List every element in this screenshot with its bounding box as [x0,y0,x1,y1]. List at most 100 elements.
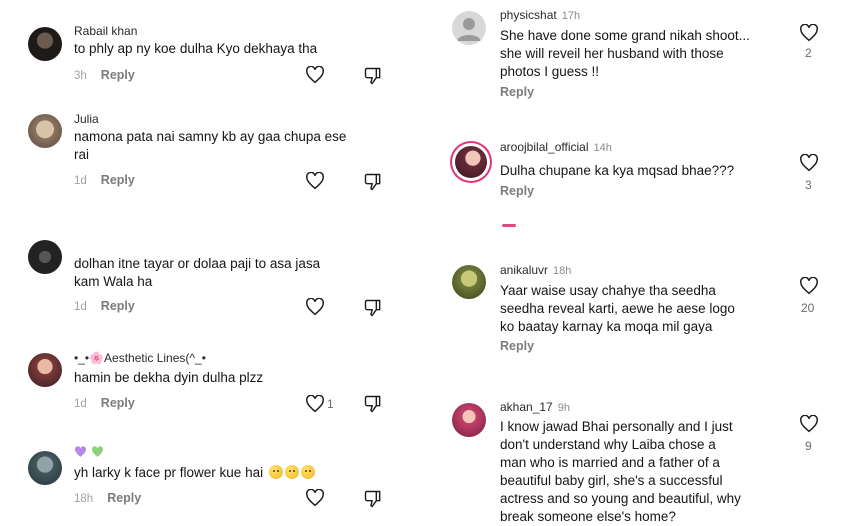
comment-item: dolhan itne tayar or dolaa paji to asa j… [0,235,420,335]
comment-meta: Reply [500,339,534,353]
comment-text-line: dolhan itne tayar or dolaa paji to asa j… [74,256,321,271]
comment-text-line: Yaar waise usay chahye tha seedha [500,283,716,298]
comment-text-line: man who is married and a father of a [500,455,720,470]
comment-meta: 1d Reply [74,299,135,313]
avatar[interactable] [28,353,62,387]
comment-text: to phly ap ny koe dulha Kyo dekhaya tha [74,41,318,56]
avatar[interactable] [452,143,490,181]
reply-button[interactable]: Reply [500,85,534,99]
comment-time: 17h [561,10,581,22]
like-count: 3 [805,178,812,192]
comment-username[interactable]: Rabail khan [74,24,137,38]
comment-meta: Reply [500,85,534,99]
heart-icon[interactable] [305,172,325,190]
avatar[interactable] [28,240,62,274]
comment-text: dolhan itne tayar or dolaa paji to asa j… [74,255,320,291]
avatar[interactable] [28,114,62,148]
username-label[interactable]: Julia [74,112,99,126]
thinking-emoji-icon [300,465,315,479]
reply-button[interactable]: Reply [500,184,534,198]
comment-text: I know jawad Bhai personally and I just … [500,418,741,526]
comment-text: namona pata nai samny kb ay gaa chupa es… [74,128,346,164]
username-hearts [74,446,104,461]
rolling-eyes-emoji-icon [268,465,283,479]
dislike-icon[interactable] [363,489,383,509]
avatar[interactable] [28,451,62,485]
heart-icon[interactable] [799,277,819,295]
heart-icon[interactable] [799,415,819,433]
comment-text-line: seedha reveal karti, aewe he aese logo [500,301,735,316]
comment-time: 9h [557,402,570,414]
comment-text-line: break someone else's home? [500,509,676,524]
comment-text: Dulha chupane ka kya mqsad bhae??? [500,163,735,178]
comment-text-line: kam Wala ha [74,274,153,289]
avatar[interactable] [452,403,486,437]
like-count: 1 [327,397,334,411]
like-count: 9 [805,439,812,453]
username-label[interactable]: aroojbilal_official [500,140,589,154]
rolling-eyes-emoji-icon [284,465,299,479]
comment-time: 1d [74,175,87,187]
username-label[interactable]: •_•🌸Aesthetic Lines(^_• [74,351,206,365]
comment-text-line: I know jawad Bhai personally and I just [500,419,733,434]
comment-item: physicshat 17h She have done some grand n… [438,0,850,120]
comment-text: Yaar waise usay chahye tha seedha seedha… [500,282,735,336]
avatar[interactable] [452,265,486,299]
username-label[interactable]: anikaluvr [500,263,548,277]
comment-text-line: don't understand why Laiba chose a [500,437,716,452]
comment-text-line: photos I guess !! [500,64,600,79]
heart-icon[interactable] [305,395,325,413]
dislike-icon[interactable] [363,172,383,192]
username-label[interactable]: Rabail khan [74,24,137,38]
comment-time: 1d [74,301,87,313]
heart-icon[interactable] [799,154,819,172]
heart-icon[interactable] [305,489,325,507]
comment-item: anikaluvr 18h Yaar waise usay chahye tha … [438,255,850,365]
comment-item: aroojbilal_official 14h Dulha chupane ka … [438,130,850,227]
comment-username[interactable]: •_•🌸Aesthetic Lines(^_• [74,351,206,365]
comment-text-line: beautiful baby girl, she's a successful [500,473,723,488]
reply-button[interactable]: Reply [101,68,135,82]
reply-button[interactable]: Reply [101,173,135,187]
comment-meta: 1d Reply [74,173,135,187]
comment-username[interactable]: akhan_17 9h [500,400,570,414]
reply-button[interactable]: Reply [101,396,135,410]
comment-meta: 18h Reply [74,491,141,505]
comment-item: akhan_17 9h I know jawad Bhai personally … [438,393,850,524]
like-count: 2 [805,46,812,60]
reply-button[interactable]: Reply [107,491,141,505]
comment-text-line: she will reveil her husband with those [500,46,724,61]
comment-time: 1d [74,398,87,410]
comment-username[interactable]: anikaluvr 18h [500,263,571,277]
comment-text-line: She have done some grand nikah shoot... [500,28,750,43]
comment-username[interactable]: aroojbilal_official 14h [500,140,612,154]
username-label[interactable]: akhan_17 [500,400,553,414]
comment-text-line: actress and so young and beautiful, why [500,491,741,506]
dislike-icon[interactable] [363,298,383,318]
comment-text: She have done some grand nikah shoot... … [500,27,750,81]
comment-time: 18h [74,493,94,505]
comment-item: Rabail khan to phly ap ny koe dulha Kyo … [0,0,420,100]
comment-text: yh larky k face pr flower kue hai [74,464,315,482]
dislike-icon[interactable] [363,394,383,414]
comment-time: 3h [74,70,87,82]
purple-heart-icon [75,446,86,457]
heart-icon[interactable] [799,24,819,42]
green-heart-icon [91,446,103,457]
comment-text: hamin be dekha dyin dulha plzz [74,370,264,385]
avatar[interactable] [452,11,486,45]
reply-button[interactable]: Reply [101,299,135,313]
comment-username[interactable]: physicshat 17h [500,8,580,22]
reply-button[interactable]: Reply [500,339,534,353]
comment-meta: 1d Reply [74,396,135,410]
comment-username[interactable]: Julia [74,112,99,126]
heart-icon[interactable] [305,66,325,84]
comment-time: 18h [553,265,572,277]
avatar[interactable] [28,27,62,61]
comment-meta: Reply [500,184,534,198]
comment-meta: 3h Reply [74,68,135,82]
heart-icon[interactable] [305,298,325,316]
comment-item: •_•🌸Aesthetic Lines(^_• hamin be dekha d… [0,345,420,430]
username-label[interactable]: physicshat [500,8,557,22]
dislike-icon[interactable] [363,66,383,86]
